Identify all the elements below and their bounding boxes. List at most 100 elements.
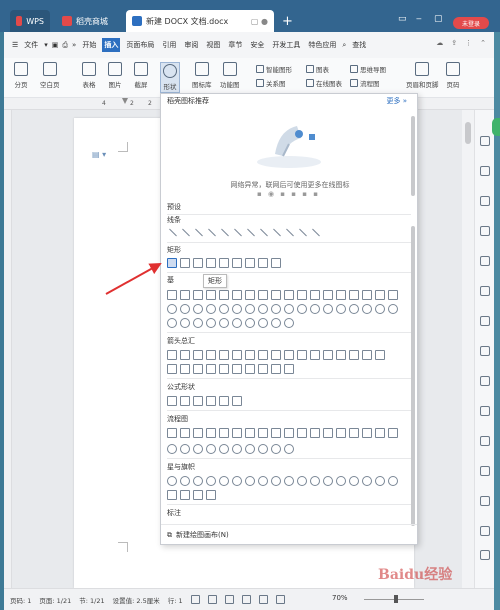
shape-option[interactable] (336, 304, 346, 314)
shape-option[interactable] (245, 364, 255, 374)
shape-option[interactable] (258, 476, 268, 486)
shape-option[interactable] (258, 228, 268, 238)
smart-graphic-button[interactable]: 智能图形 (256, 64, 292, 74)
shape-option[interactable] (206, 444, 216, 454)
vertical-ruler[interactable] (4, 110, 12, 588)
settings-icon[interactable] (480, 286, 490, 296)
shape-option[interactable] (323, 476, 333, 486)
more-icon[interactable]: » (72, 41, 76, 49)
shape-option[interactable] (258, 428, 268, 438)
shape-option[interactable] (193, 318, 203, 328)
shape-option[interactable] (206, 258, 216, 268)
shape-option[interactable] (167, 364, 177, 374)
shape-option[interactable] (362, 290, 372, 300)
shape-option[interactable] (206, 290, 216, 300)
shape-option[interactable] (375, 350, 385, 360)
maximize-icon[interactable]: ▢ (434, 14, 443, 24)
menu-file[interactable]: 文件 (22, 38, 40, 52)
scroll-thumb[interactable] (411, 226, 415, 526)
shape-option[interactable] (193, 290, 203, 300)
dots-icon[interactable] (480, 466, 490, 476)
indent-marker[interactable] (122, 98, 128, 104)
shape-option[interactable] (206, 304, 216, 314)
shape-option[interactable] (193, 228, 203, 238)
zoom-level[interactable]: 70% (332, 594, 348, 602)
menu-item-view[interactable]: 视图 (204, 38, 222, 52)
shape-option[interactable] (245, 228, 255, 238)
shape-option[interactable] (271, 428, 281, 438)
shape-option[interactable] (219, 304, 229, 314)
page-number-button[interactable]: 页码 (446, 62, 460, 89)
shape-option[interactable] (167, 428, 177, 438)
vertical-scrollbar[interactable] (462, 110, 474, 588)
help-icon[interactable] (480, 526, 490, 536)
login-button[interactable]: 未登录 (453, 17, 489, 29)
menu-item-security[interactable]: 安全 (248, 38, 266, 52)
carousel-dots[interactable]: ▪ ◉ ▪ ▪ ▪ ▪ (257, 190, 320, 198)
shape-option[interactable] (206, 396, 216, 406)
status-pages[interactable]: 页面: 1/21 (39, 595, 71, 605)
shape-option[interactable] (232, 444, 242, 454)
shape-option[interactable] (167, 490, 177, 500)
shape-option[interactable] (245, 290, 255, 300)
shape-option[interactable] (219, 444, 229, 454)
shape-option[interactable] (388, 428, 398, 438)
shape-option[interactable] (375, 476, 385, 486)
shape-option[interactable] (258, 364, 268, 374)
scroll-thumb[interactable] (411, 116, 415, 196)
table-icon[interactable] (480, 436, 490, 446)
share-icon[interactable]: ⇪ (451, 39, 457, 47)
shape-option[interactable] (349, 290, 359, 300)
search-button[interactable]: 查找 (350, 38, 368, 52)
shape-option[interactable] (180, 490, 190, 500)
shape-option[interactable] (310, 350, 320, 360)
shape-option[interactable] (193, 444, 203, 454)
shape-option[interactable] (362, 350, 372, 360)
shape-option[interactable] (206, 476, 216, 486)
outline-view-icon[interactable] (258, 595, 268, 604)
shape-option[interactable] (349, 476, 359, 486)
shape-option[interactable] (219, 228, 229, 238)
shape-option[interactable] (297, 350, 307, 360)
menu-item-chapter[interactable]: 章节 (226, 38, 244, 52)
shape-option[interactable] (258, 318, 268, 328)
shape-option[interactable] (362, 304, 372, 314)
shape-option[interactable] (258, 444, 268, 454)
shape-option[interactable] (271, 228, 281, 238)
shape-option[interactable] (219, 364, 229, 374)
shape-option[interactable] (349, 428, 359, 438)
shape-option[interactable] (193, 304, 203, 314)
new-canvas-button[interactable]: ⧉ 新建绘图画布(N) (167, 530, 229, 540)
shape-option[interactable] (297, 476, 307, 486)
more-options-icon[interactable]: ⋮ (465, 39, 472, 47)
icon-library-button[interactable]: 图标库 (192, 62, 212, 89)
shape-option[interactable] (245, 428, 255, 438)
shape-option[interactable] (271, 304, 281, 314)
function-chart-button[interactable]: 功能图 (220, 62, 240, 89)
read-mode-icon[interactable] (224, 595, 234, 604)
shape-option[interactable] (180, 364, 190, 374)
format-icon[interactable] (480, 256, 490, 266)
table-button[interactable]: 表格 (82, 62, 96, 89)
shape-option[interactable] (271, 350, 281, 360)
style-icon[interactable] (480, 166, 490, 176)
shape-option[interactable] (284, 428, 294, 438)
new-tab-button[interactable]: + (282, 14, 293, 29)
shape-option[interactable] (180, 318, 190, 328)
chart-button[interactable]: 图表 (306, 64, 329, 74)
backup-icon[interactable] (480, 406, 490, 416)
shape-option[interactable] (258, 290, 268, 300)
shape-option[interactable] (206, 228, 216, 238)
shape-option[interactable] (180, 350, 190, 360)
flowchart-button[interactable]: 流程图 (350, 78, 380, 88)
shape-option[interactable] (271, 258, 281, 268)
shape-option[interactable] (284, 476, 294, 486)
shape-option[interactable] (375, 428, 385, 438)
shape-option[interactable] (219, 428, 229, 438)
shape-option[interactable] (310, 304, 320, 314)
shape-option[interactable] (206, 350, 216, 360)
shape-option[interactable] (336, 476, 346, 486)
shape-option[interactable] (258, 304, 268, 314)
shape-option[interactable] (245, 304, 255, 314)
shape-option[interactable] (232, 290, 242, 300)
